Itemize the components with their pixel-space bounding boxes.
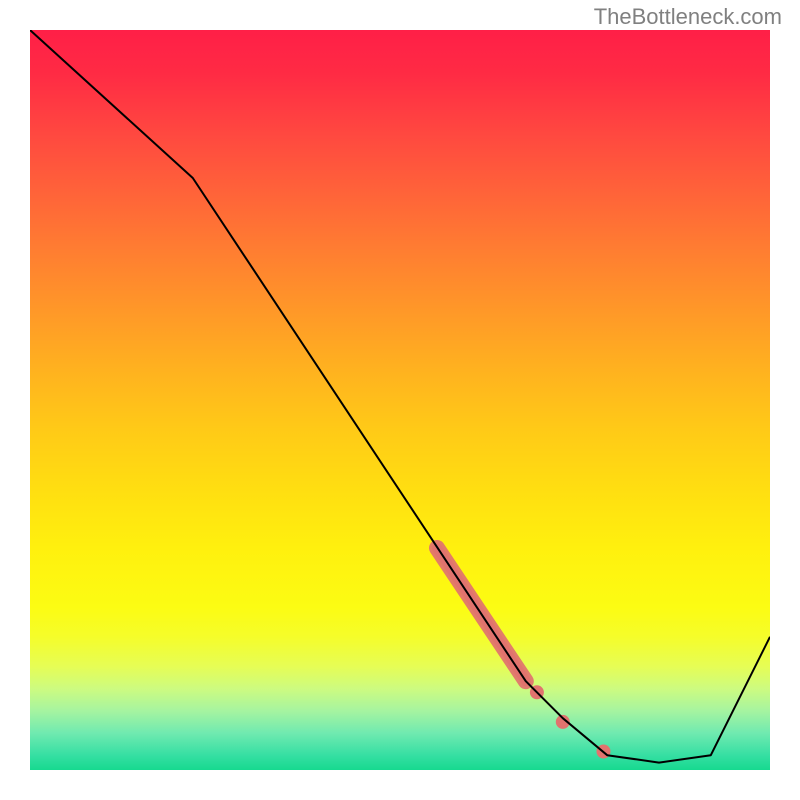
chart-background [30, 30, 770, 770]
bottleneck-chart [30, 30, 770, 770]
chart-area [30, 30, 770, 770]
watermark-text: TheBottleneck.com [594, 4, 782, 30]
